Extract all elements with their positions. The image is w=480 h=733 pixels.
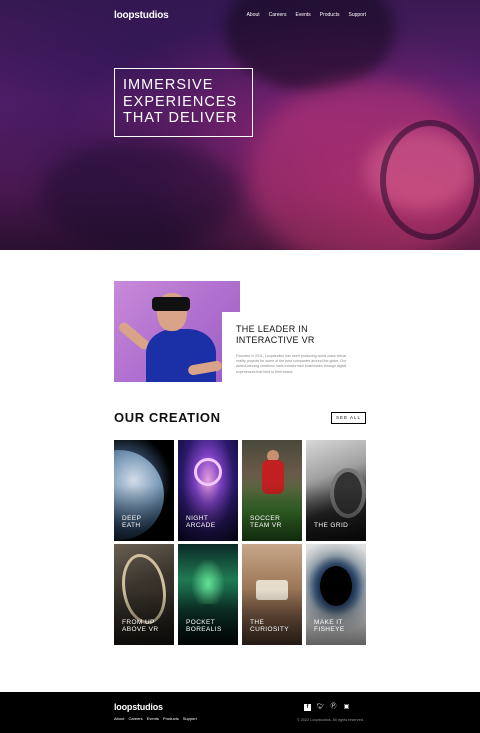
- hero-headline-line: EXPERIENCES: [123, 93, 238, 110]
- twitter-icon[interactable]: 🐦︎: [317, 704, 325, 711]
- tile-label-line: EATH: [122, 522, 141, 530]
- image-shape: [146, 329, 216, 382]
- vr-headset-shape: [152, 297, 190, 311]
- leader-title-line: THE LEADER IN: [236, 324, 308, 334]
- creation-tile-deep-earth[interactable]: DEEP EATH: [114, 440, 174, 541]
- tile-label: POCKET BOREALIS: [186, 619, 222, 634]
- footer-link-careers[interactable]: Careers: [128, 716, 142, 721]
- tile-label-line: DEEP: [122, 514, 142, 522]
- footer-link-support[interactable]: Support: [183, 716, 197, 721]
- tile-label-line: BOREALIS: [186, 626, 222, 634]
- hero-image-shape: [40, 140, 240, 250]
- creation-tile-soccer-team-vr[interactable]: SOCCER TEAM VR: [242, 440, 302, 541]
- tile-label: SOCCER TEAM VR: [250, 515, 282, 530]
- creation-tile-pocket-borealis[interactable]: POCKET BOREALIS: [178, 544, 238, 645]
- nav-link-careers[interactable]: Careers: [269, 12, 287, 18]
- footer: loopstudios About Careers Events Product…: [0, 692, 480, 733]
- leader-panel: THE LEADER IN INTERACTIVE VR Founded in …: [222, 312, 370, 392]
- leader-title: THE LEADER IN INTERACTIVE VR: [236, 324, 356, 345]
- nav-link-events[interactable]: Events: [295, 12, 310, 18]
- creation-tile-night-arcade[interactable]: NIGHT ARCADE: [178, 440, 238, 541]
- tile-label-line: ARCADE: [186, 522, 216, 530]
- see-all-button[interactable]: SEE ALL: [331, 412, 366, 424]
- footer-logo[interactable]: loopstudios: [114, 702, 163, 712]
- creation-title: OUR CREATION: [114, 410, 221, 425]
- tile-label-line: FISHEYE: [314, 626, 345, 634]
- tile-label-line: NIGHT: [186, 514, 209, 522]
- nav-link-products[interactable]: Products: [320, 12, 340, 18]
- tile-label: MAKE IT FISHEYE: [314, 619, 345, 634]
- nav-links: About Careers Events Products Support: [247, 12, 366, 18]
- footer-link-events[interactable]: Events: [147, 716, 159, 721]
- creation-tile-the-curiosity[interactable]: THE CURIOSITY: [242, 544, 302, 645]
- tile-label-line: THE: [250, 618, 265, 626]
- tile-label-line: POCKET: [186, 618, 216, 626]
- hero-headline-line: THAT DELIVER: [123, 110, 238, 126]
- copyright-text: © 2022 Loopstudios. All rights reserved.: [296, 718, 364, 722]
- logo[interactable]: loopstudios: [114, 10, 169, 21]
- leader-description: Founded in 2011, Loopstudios has been pr…: [236, 354, 347, 374]
- hero-headline-line: IMMERSIVE: [123, 77, 214, 93]
- tile-label: DEEP EATH: [122, 515, 141, 530]
- tile-label-line: TEAM VR: [250, 522, 282, 530]
- creation-tile-make-it-fisheye[interactable]: MAKE IT FISHEYE: [306, 544, 366, 645]
- facebook-icon[interactable]: f: [304, 704, 311, 711]
- hero-section: loopstudios About Careers Events Product…: [0, 0, 480, 250]
- leader-title-line: INTERACTIVE VR: [236, 334, 315, 345]
- footer-link-about[interactable]: About: [114, 716, 124, 721]
- creation-tile-the-grid[interactable]: THE GRID: [306, 440, 366, 541]
- tile-label: THE GRID: [314, 522, 348, 530]
- tile-label-line: FROM UP: [122, 618, 155, 626]
- tile-label-line: ABOVE VR: [122, 626, 159, 634]
- footer-link-products[interactable]: Products: [163, 716, 179, 721]
- tile-label: THE CURIOSITY: [250, 619, 289, 634]
- instagram-icon[interactable]: ▣: [343, 704, 350, 711]
- tile-label: NIGHT ARCADE: [186, 515, 216, 530]
- steering-wheel-shape: [380, 120, 480, 240]
- social-links: f 🐦︎ Ⓟ ▣: [304, 704, 350, 711]
- tile-label-line: THE GRID: [314, 522, 349, 530]
- tile-label: FROM UP ABOVE VR: [122, 619, 158, 634]
- footer-links: About Careers Events Products Support: [114, 716, 197, 721]
- pinterest-icon[interactable]: Ⓟ: [330, 704, 337, 711]
- tile-label-line: CURIOSITY: [250, 626, 289, 634]
- tile-label-line: SOCCER: [250, 514, 281, 522]
- nav-link-about[interactable]: About: [247, 12, 260, 18]
- hero-headline-box: IMMERSIVE EXPERIENCES THAT DELIVER: [114, 68, 253, 137]
- nav-link-support[interactable]: Support: [348, 12, 366, 18]
- top-nav: loopstudios About Careers Events Product…: [114, 10, 366, 22]
- creation-tile-from-up-above-vr[interactable]: FROM UP ABOVE VR: [114, 544, 174, 645]
- tile-label-line: MAKE IT: [314, 618, 343, 626]
